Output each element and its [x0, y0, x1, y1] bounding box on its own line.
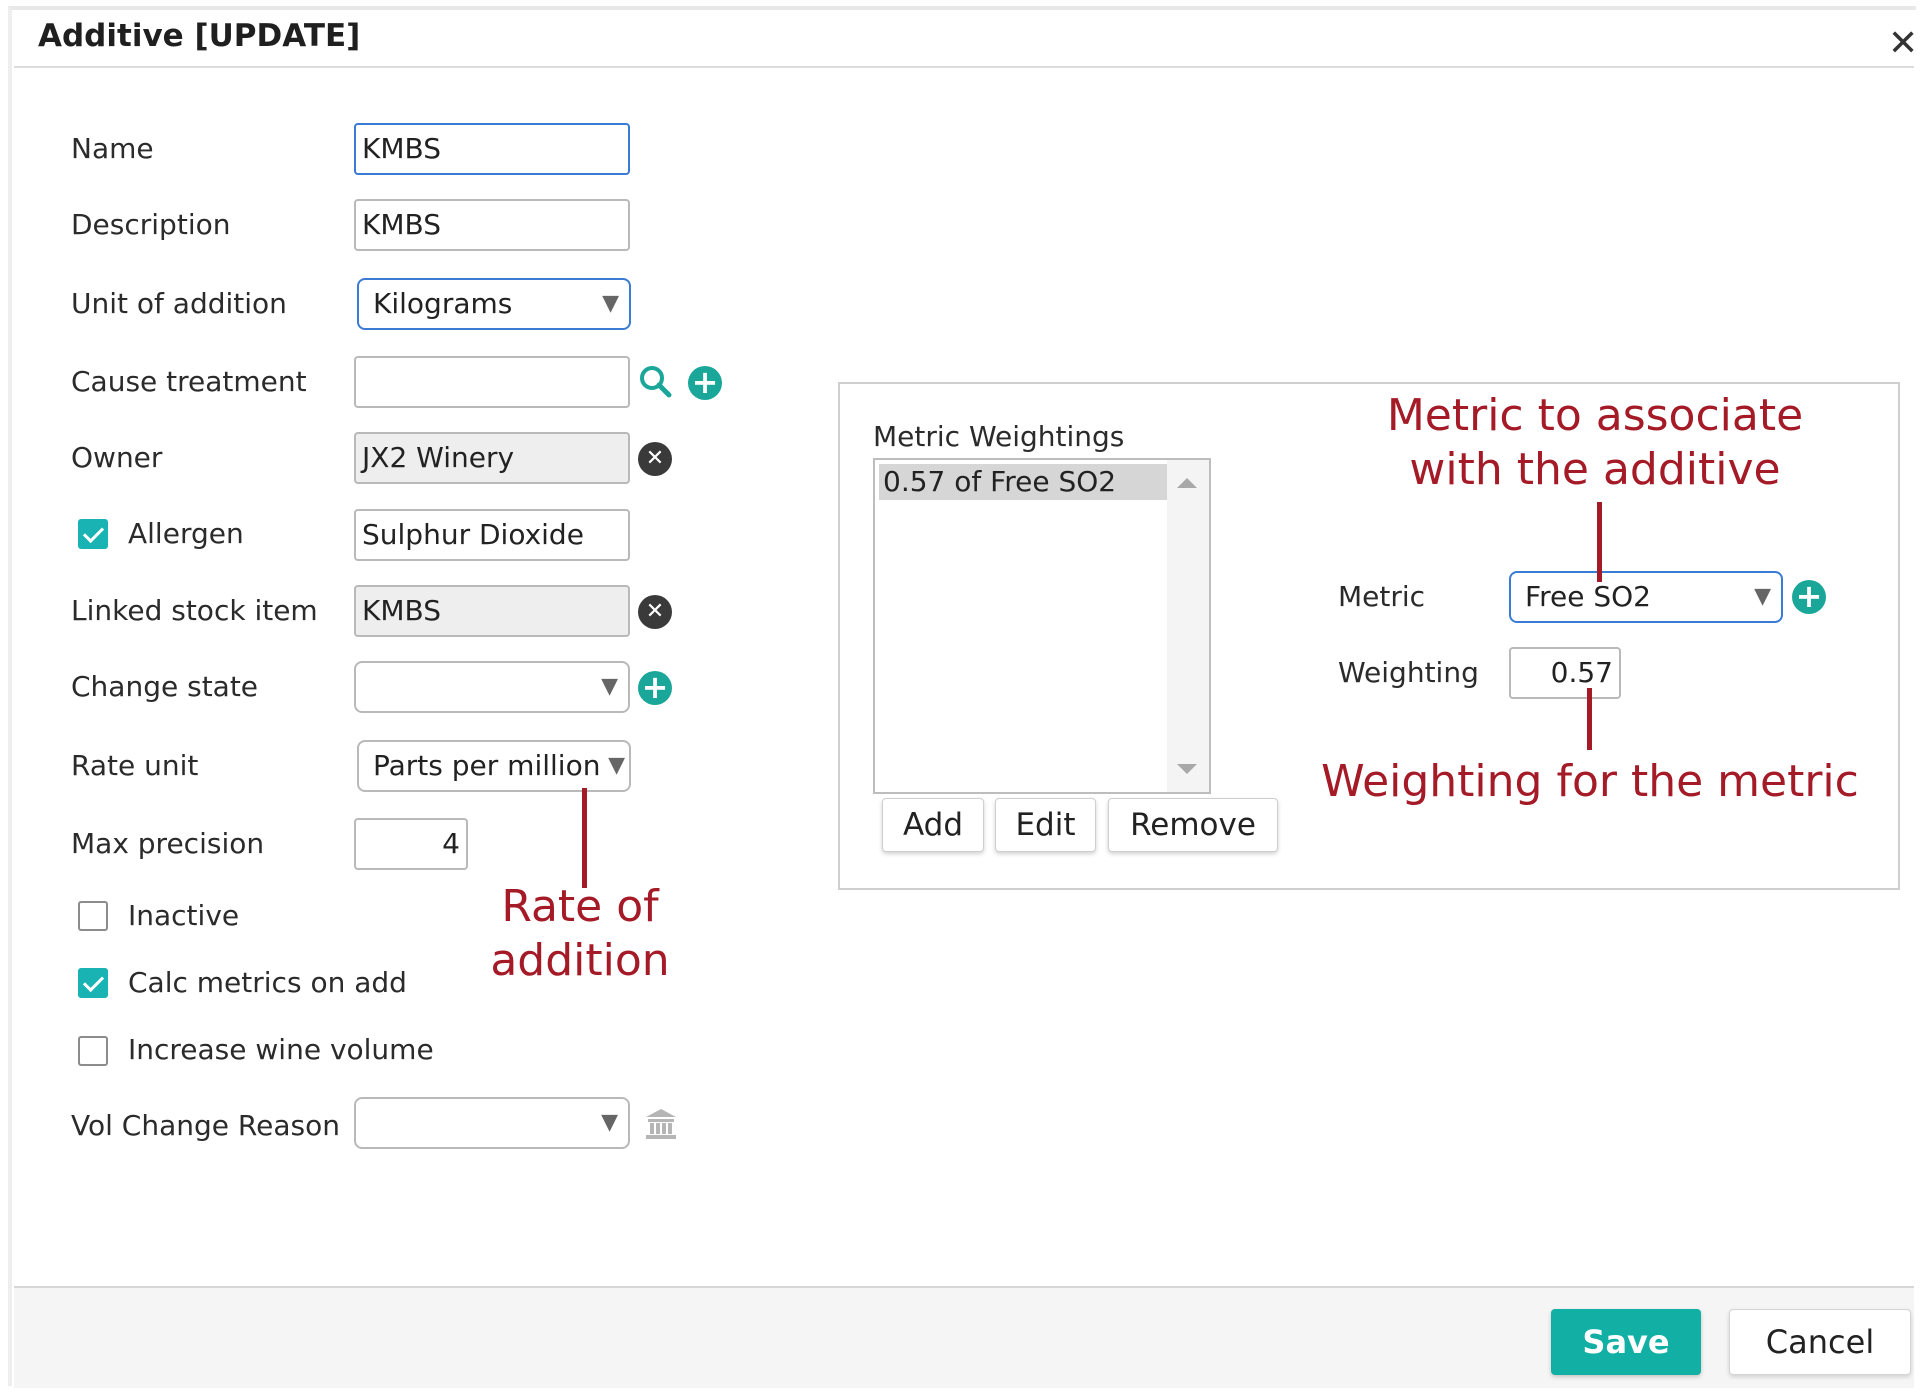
vol-change-reason-label: Vol Change Reason — [71, 1109, 340, 1142]
description-input[interactable]: KMBS — [354, 199, 630, 251]
metric-annotation: Metric to associate with the additive — [1386, 390, 1804, 495]
scroll-up-icon[interactable] — [1177, 478, 1197, 488]
increase-wine-volume-label: Increase wine volume — [128, 1033, 434, 1066]
chevron-down-icon: ▼ — [608, 753, 625, 778]
clear-owner-icon[interactable]: ✕ — [638, 442, 672, 476]
weighting-annotation: Weighting for the metric — [1321, 756, 1859, 807]
owner-input[interactable]: JX2 Winery — [354, 432, 630, 484]
weighting-input[interactable]: 0.57 — [1509, 647, 1621, 699]
dialog-title: Additive [UPDATE] — [38, 18, 361, 54]
cancel-button[interactable]: Cancel — [1729, 1309, 1911, 1375]
vol-change-reason-select[interactable]: ▼ — [354, 1097, 630, 1149]
metric-value: Free SO2 — [1525, 580, 1651, 613]
increase-wine-volume-checkbox[interactable] — [78, 1036, 108, 1066]
metric-annotation-line — [1597, 502, 1602, 582]
allergen-checkbox[interactable] — [78, 519, 108, 549]
chevron-down-icon: ▼ — [601, 674, 618, 699]
close-icon[interactable]: ✕ — [1888, 26, 1918, 62]
unit-of-addition-label: Unit of addition — [71, 287, 287, 320]
metric-select[interactable]: Free SO2 ▼ — [1509, 571, 1783, 623]
change-state-label: Change state — [71, 670, 259, 703]
linked-stock-item-label: Linked stock item — [71, 594, 318, 627]
description-label: Description — [71, 208, 231, 241]
add-cause-treatment-icon[interactable]: + — [688, 366, 722, 400]
edit-weighting-button[interactable]: Edit — [995, 798, 1096, 852]
bank-icon[interactable] — [644, 1107, 678, 1141]
max-precision-label: Max precision — [71, 827, 265, 860]
dialog-titlebar: Additive [UPDATE] ✕ — [14, 8, 1918, 68]
chevron-down-icon: ▼ — [1754, 584, 1771, 609]
chevron-down-icon: ▼ — [601, 1110, 618, 1135]
owner-label: Owner — [71, 441, 163, 474]
clear-linked-stock-icon[interactable]: ✕ — [638, 595, 672, 629]
linked-stock-item-input[interactable]: KMBS — [354, 585, 630, 637]
rate-of-addition-annotation: Rate of addition — [490, 881, 670, 986]
rate-annotation-line — [582, 788, 587, 888]
calc-metrics-checkbox[interactable] — [78, 968, 108, 998]
name-input[interactable]: KMBS — [354, 123, 630, 175]
metric-weightings-title: Metric Weightings — [873, 420, 1125, 453]
cause-treatment-input[interactable] — [354, 356, 630, 408]
metric-weightings-list[interactable]: 0.57 of Free SO2 — [873, 458, 1211, 794]
max-precision-input[interactable]: 4 — [354, 818, 468, 870]
remove-weighting-button[interactable]: Remove — [1108, 798, 1278, 852]
metric-label: Metric — [1338, 580, 1426, 613]
rate-unit-select[interactable]: Parts per million ▼ — [357, 740, 631, 792]
scroll-down-icon[interactable] — [1177, 764, 1197, 774]
unit-of-addition-select[interactable]: Kilograms ▼ — [357, 278, 631, 330]
allergen-label: Allergen — [128, 517, 244, 550]
allergen-input[interactable]: Sulphur Dioxide — [354, 509, 630, 561]
add-metric-icon[interactable]: + — [1792, 580, 1826, 614]
list-scrollbar[interactable] — [1167, 460, 1209, 792]
search-icon[interactable] — [638, 364, 672, 398]
weighting-label: Weighting — [1338, 656, 1479, 689]
unit-of-addition-value: Kilograms — [373, 287, 513, 320]
change-state-select[interactable]: ▼ — [354, 661, 630, 713]
list-item[interactable]: 0.57 of Free SO2 — [879, 464, 1167, 500]
name-label: Name — [71, 132, 154, 165]
inactive-checkbox[interactable] — [78, 901, 108, 931]
save-button[interactable]: Save — [1551, 1309, 1701, 1375]
rate-unit-value: Parts per million — [373, 749, 601, 782]
calc-metrics-label: Calc metrics on add — [128, 966, 407, 999]
add-weighting-button[interactable]: Add — [882, 798, 984, 852]
chevron-down-icon: ▼ — [602, 291, 619, 316]
weighting-annotation-line — [1587, 688, 1592, 750]
add-change-state-icon[interactable]: + — [638, 671, 672, 705]
inactive-label: Inactive — [128, 899, 240, 932]
rate-unit-label: Rate unit — [71, 749, 199, 782]
cause-treatment-label: Cause treatment — [71, 365, 307, 398]
